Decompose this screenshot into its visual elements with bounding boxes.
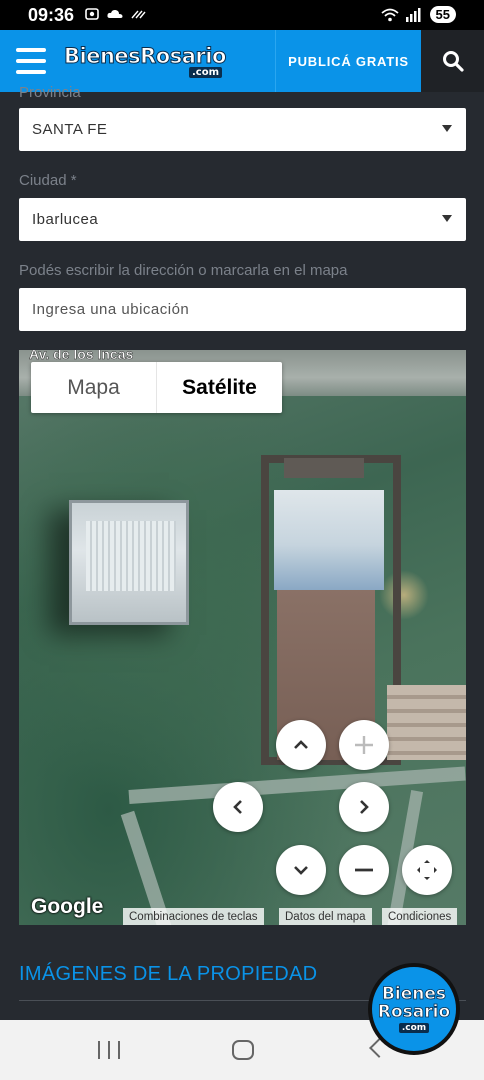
address-label: Podés escribir la dirección o marcarla e… xyxy=(19,262,348,279)
hamburger-menu-icon[interactable] xyxy=(16,48,46,74)
logo-suffix: .com xyxy=(188,67,222,78)
map-building xyxy=(387,685,466,760)
cloud-icon xyxy=(106,6,124,26)
battery-indicator: 55 xyxy=(429,6,456,23)
pan-right-icon[interactable] xyxy=(339,782,389,832)
map-data-link[interactable]: Datos del mapa xyxy=(279,908,372,925)
google-logo: Google xyxy=(31,895,104,918)
status-time: 09:36 xyxy=(28,5,75,25)
address-placeholder: Ingresa una ubicación xyxy=(32,301,190,318)
map-type-toggle: Mapa Satélite xyxy=(31,362,282,413)
property-images-heading: IMÁGENES DE LA PROPIEDAD xyxy=(19,963,318,985)
province-select[interactable]: SANTA FE xyxy=(19,108,466,151)
city-select[interactable]: Ibarlucea xyxy=(19,198,466,241)
fab-line2: Rosario xyxy=(377,1002,451,1022)
signal-noise-icon xyxy=(130,6,146,26)
province-value: SANTA FE xyxy=(32,121,108,138)
fab-suffix: .com xyxy=(398,1023,430,1033)
map-building xyxy=(69,500,189,625)
status-left-icons xyxy=(84,6,146,26)
fab-line1: Bienes xyxy=(381,984,447,1004)
province-label: Provincia xyxy=(19,84,81,101)
map-building-detail xyxy=(284,458,364,478)
chevron-down-icon xyxy=(442,125,452,132)
terms-link[interactable]: Condiciones xyxy=(382,908,458,925)
cell-signal-icon xyxy=(406,8,421,22)
pan-left-icon[interactable] xyxy=(213,782,263,832)
tab-satellite[interactable]: Satélite xyxy=(157,362,282,413)
site-header: BienesRosario .com PUBLICÁ GRATIS xyxy=(0,30,484,92)
status-bar: 09:36 55 xyxy=(0,0,484,30)
city-label: Ciudad * xyxy=(19,172,77,189)
search-icon[interactable] xyxy=(421,30,484,92)
logo-text: BienesRosario xyxy=(64,44,227,69)
zoom-out-icon[interactable] xyxy=(339,845,389,895)
wifi-icon xyxy=(381,8,399,22)
brand-floating-button[interactable]: Bienes Rosario .com xyxy=(368,963,460,1055)
publish-free-button[interactable]: PUBLICÁ GRATIS xyxy=(275,30,421,92)
fullscreen-icon[interactable] xyxy=(402,845,452,895)
city-value: Ibarlucea xyxy=(32,211,99,228)
pan-down-icon[interactable] xyxy=(276,845,326,895)
map-building-roof xyxy=(274,490,384,590)
wifi-signal-icons xyxy=(380,7,422,27)
keyboard-shortcuts-link[interactable]: Combinaciones de teclas xyxy=(123,908,264,925)
site-logo[interactable]: BienesRosario .com xyxy=(64,43,227,79)
zoom-in-icon[interactable] xyxy=(339,720,389,770)
address-input[interactable]: Ingresa una ubicación xyxy=(19,288,466,331)
screen-record-icon xyxy=(84,6,100,26)
pan-up-icon[interactable] xyxy=(276,720,326,770)
tab-map[interactable]: Mapa xyxy=(31,362,157,413)
location-map[interactable]: Av. de los Incas Mapa Satélite Google Co… xyxy=(19,350,466,925)
home-icon[interactable] xyxy=(232,1040,254,1060)
recent-apps-icon[interactable] xyxy=(98,1041,120,1059)
map-road-label: Av. de los Incas xyxy=(29,350,134,362)
chevron-down-icon xyxy=(442,215,452,222)
